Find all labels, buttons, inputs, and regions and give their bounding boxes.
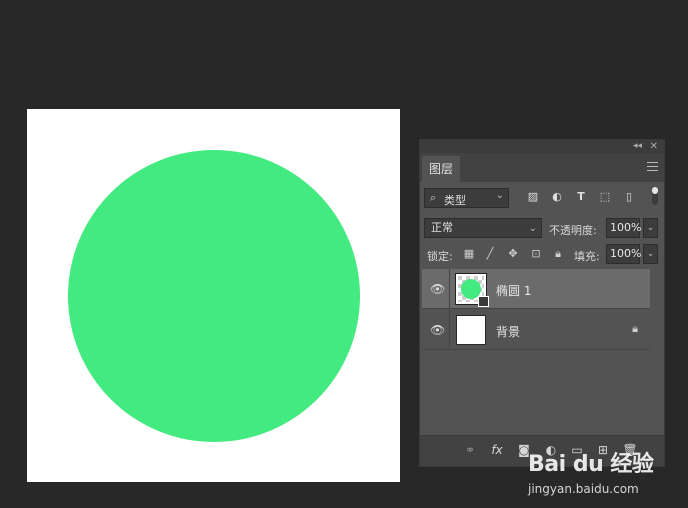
filter-row: ⌕ 类型 ⌄ ▨ ◐ T ⬚ ▯ [420, 185, 664, 211]
panel-header-bar: ◂◂ ✕ [420, 140, 664, 153]
adjustment-filter-icon[interactable]: ◐ [550, 190, 564, 204]
link-layers-icon[interactable]: ⚭ [462, 443, 478, 457]
ellipse-shape[interactable] [68, 150, 360, 442]
baidu-jingyan-watermark: Bai du 经验 jingyan.baidu.com [528, 446, 688, 506]
opacity-input[interactable]: 100% [606, 218, 641, 238]
layer-name[interactable]: 椭圆 1 [496, 282, 531, 299]
watermark-logo: Bai du 经验 [528, 452, 654, 477]
lock-label: 锁定: [427, 250, 453, 263]
fill-label: 填充: [574, 250, 600, 263]
collapse-icon[interactable]: ◂◂ [633, 140, 642, 153]
fx-icon[interactable]: fx [489, 443, 505, 457]
layers-panel: ◂◂ ✕ 图层 ⌕ 类型 ⌄ ▨ ◐ T ⬚ ▯ 正常 ⌄ 不透明度: 100%… [419, 139, 665, 467]
panel-tab-bar: 图层 [420, 153, 664, 182]
lock-icon: 🔒︎ [632, 322, 638, 335]
lock-image-brush-icon[interactable]: ╱ [483, 247, 497, 261]
blend-row: 正常 ⌄ 不透明度: 100% ⌄ [420, 215, 664, 241]
magnifier-icon: ⌕ [430, 191, 437, 204]
lock-artboard-icon[interactable]: ⊡ [529, 247, 543, 261]
watermark-url: jingyan.baidu.com [528, 482, 639, 496]
blend-mode-select[interactable]: 正常 ⌄ [424, 218, 542, 238]
filter-kind-select[interactable]: ⌕ 类型 ⌄ [424, 188, 509, 208]
filter-kind-label: 类型 [444, 194, 466, 207]
blend-mode-value: 正常 [431, 221, 453, 234]
opacity-dropdown-button[interactable]: ⌄ [643, 218, 658, 238]
chevron-down-icon: ⌄ [495, 190, 504, 201]
visibility-eye-icon[interactable]: 👁︎ [430, 323, 445, 337]
opacity-label: 不透明度: [549, 224, 597, 237]
shape-filter-icon[interactable]: ⬚ [598, 190, 612, 204]
lock-position-move-icon[interactable]: ✥ [506, 247, 520, 261]
layer-row-ellipse[interactable]: 👁︎ 椭圆 1 [422, 269, 650, 309]
type-filter-icon[interactable]: T [574, 190, 588, 204]
document-canvas[interactable] [27, 109, 400, 482]
fill-input[interactable]: 100% [606, 244, 641, 264]
layer-row-background[interactable]: 👁︎ 背景 🔒︎ [422, 310, 650, 350]
layers-list: 👁︎ 椭圆 1 👁︎ 背景 🔒︎ [420, 269, 664, 435]
chevron-down-icon: ⌄ [528, 223, 537, 234]
lock-row: 锁定: ▦ ╱ ✥ ⊡ 🔒︎ 填充: 100% ⌄ [420, 243, 664, 267]
layer-thumbnail [455, 273, 489, 307]
close-icon[interactable]: ✕ [650, 140, 658, 153]
layer-thumbnail [456, 315, 486, 345]
visibility-eye-icon[interactable]: 👁︎ [430, 282, 445, 296]
lock-all-icon[interactable]: 🔒︎ [551, 247, 565, 261]
filter-toggle[interactable] [652, 187, 658, 205]
fill-dropdown-button[interactable]: ⌄ [643, 244, 658, 264]
shape-layer-badge-icon [478, 296, 489, 307]
smart-object-filter-icon[interactable]: ▯ [622, 190, 636, 204]
lock-transparent-icon[interactable]: ▦ [462, 247, 476, 261]
panel-menu-icon[interactable] [647, 162, 658, 171]
tab-layers[interactable]: 图层 [422, 156, 460, 182]
pixel-filter-icon[interactable]: ▨ [526, 190, 540, 204]
layer-name[interactable]: 背景 [496, 323, 520, 340]
